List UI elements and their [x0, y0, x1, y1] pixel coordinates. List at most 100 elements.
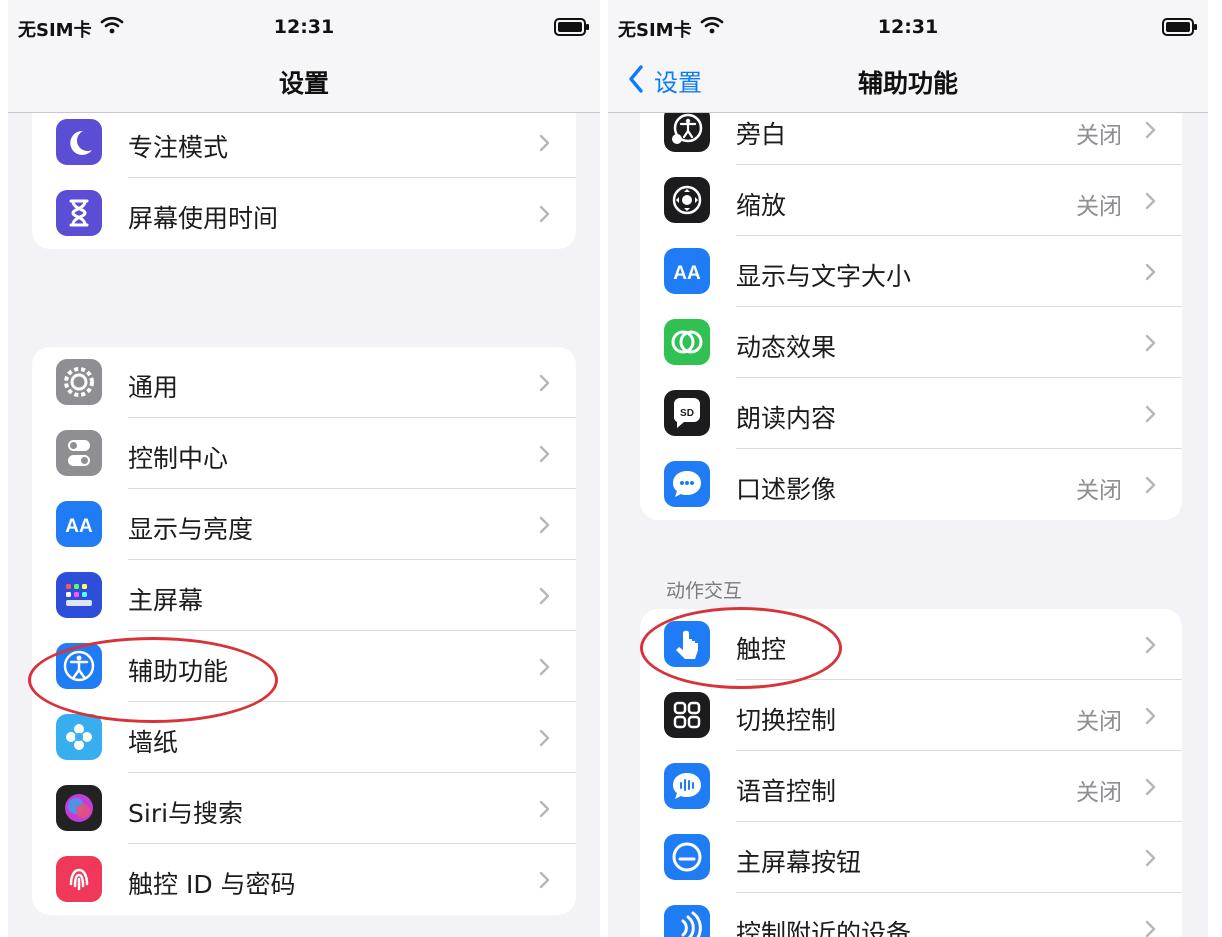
- row-label: 旁白: [736, 120, 787, 149]
- chevron-right-icon: [1145, 192, 1156, 214]
- settings-row-left_screen-group1-1[interactable]: 专注模式: [32, 107, 576, 178]
- settings-row-left_screen-group2-1[interactable]: 控制中心: [32, 418, 576, 489]
- settings-row-right_screen-group1-4[interactable]: SD 朗读内容: [640, 378, 1182, 449]
- section-header-physical-motor: 动作交互: [666, 580, 743, 602]
- toggles-icon: [56, 430, 102, 476]
- row-label: 口述影像: [736, 475, 837, 504]
- settings-row-left_screen-group2-5[interactable]: 墙纸: [32, 702, 576, 773]
- audio-description-icon: [664, 461, 710, 507]
- fingerprint-icon: [56, 856, 102, 902]
- chevron-right-icon: [1145, 263, 1156, 285]
- row-label: 墙纸: [128, 728, 179, 757]
- settings-row-right_screen-group1-1[interactable]: 缩放 关闭: [640, 165, 1182, 236]
- settings-row-left_screen-group2-3[interactable]: 主屏幕: [32, 560, 576, 631]
- row-label: 控制附近的设备: [736, 919, 912, 937]
- speech-icon: SD: [664, 390, 710, 436]
- chevron-right-icon: [539, 729, 550, 751]
- chevron-right-icon: [539, 205, 550, 227]
- battery-icon: [1162, 18, 1198, 40]
- row-value: 关闭: [1076, 709, 1122, 735]
- settings-screen: 无SIM卡 12:31 设置 声音与触感专注模式屏幕使用时间 通用控制中心AA显…: [8, 0, 600, 937]
- settings-row-left_screen-group2-0[interactable]: 通用: [32, 347, 576, 418]
- settings-row-right_screen-group2-3[interactable]: 主屏幕按钮: [640, 822, 1182, 893]
- chevron-right-icon: [539, 374, 550, 396]
- row-label: 主屏幕按钮: [736, 848, 862, 877]
- touch-hand-icon: [664, 621, 710, 667]
- vision-group: 旁白 关闭 缩放 关闭 AA 显示与文字大小 动态效果 SD 朗读内容 口述影像 关闭: [640, 94, 1182, 520]
- row-label: 通用: [128, 373, 179, 402]
- chevron-right-icon: [1145, 920, 1156, 937]
- voice-control-icon: [664, 763, 710, 809]
- text-size-icon: AA: [56, 501, 102, 547]
- row-label: 触控: [736, 635, 787, 664]
- motion-icon: [664, 319, 710, 365]
- switch-control-icon: [664, 692, 710, 738]
- svg-text:SD: SD: [680, 408, 694, 419]
- settings-row-left_screen-group2-2[interactable]: AA 显示与亮度: [32, 489, 576, 560]
- nav-bar: 设置 辅助功能: [608, 54, 1208, 113]
- svg-text:AA: AA: [673, 263, 701, 284]
- nav-bar: 设置: [8, 54, 600, 113]
- chevron-right-icon: [539, 134, 550, 156]
- physical-motor-group: 触控 切换控制 关闭 语音控制 关闭 主屏幕按钮 控制附近的设备: [640, 609, 1182, 937]
- text-size-icon: AA: [664, 248, 710, 294]
- status-time: 12:31: [273, 16, 335, 38]
- settings-row-left_screen-group1-2[interactable]: 屏幕使用时间: [32, 178, 576, 249]
- settings-list[interactable]: 声音与触感专注模式屏幕使用时间 通用控制中心AA显示与亮度主屏幕辅助功能墙纸Si…: [8, 36, 600, 937]
- settings-row-right_screen-group1-2[interactable]: AA 显示与文字大小: [640, 236, 1182, 307]
- row-label: 主屏幕: [128, 586, 204, 615]
- row-label: 屏幕使用时间: [128, 204, 279, 233]
- row-label: 语音控制: [736, 777, 837, 806]
- row-label: 动态效果: [736, 333, 837, 362]
- chevron-right-icon: [1145, 334, 1156, 356]
- settings-row-right_screen-group1-3[interactable]: 动态效果: [640, 307, 1182, 378]
- status-bar: 无SIM卡 12:31: [8, 0, 600, 54]
- row-label: 辅助功能: [128, 657, 229, 686]
- row-label: Siri与搜索: [128, 799, 244, 828]
- row-value: 关闭: [1076, 123, 1122, 149]
- accessibility-list[interactable]: 旁白 关闭 缩放 关闭 AA 显示与文字大小 动态效果 SD 朗读内容 口述影像 关闭 动作交互 触…: [608, 54, 1208, 937]
- home-grid-icon: [56, 572, 102, 618]
- flower-icon: [56, 714, 102, 760]
- row-label: 控制中心: [128, 444, 229, 473]
- row-label: 缩放: [736, 191, 787, 220]
- row-label: 显示与亮度: [128, 515, 254, 544]
- row-label: 专注模式: [128, 133, 229, 162]
- chevron-right-icon: [1145, 476, 1156, 498]
- settings-row-right_screen-group2-1[interactable]: 切换控制 关闭: [640, 680, 1182, 751]
- chevron-right-icon: [1145, 778, 1156, 800]
- hourglass-icon: [56, 190, 102, 236]
- moon-icon: [56, 119, 102, 165]
- nearby-devices-icon: [664, 905, 710, 937]
- settings-row-right_screen-group2-2[interactable]: 语音控制 关闭: [640, 751, 1182, 822]
- row-value: 关闭: [1076, 478, 1122, 504]
- gear-icon: [56, 359, 102, 405]
- chevron-right-icon: [1145, 636, 1156, 658]
- chevron-right-icon: [1145, 405, 1156, 427]
- chevron-right-icon: [1145, 849, 1156, 871]
- status-bar: 无SIM卡 12:31: [608, 0, 1208, 54]
- chevron-right-icon: [539, 800, 550, 822]
- page-title: 设置: [278, 69, 329, 98]
- status-time: 12:31: [877, 16, 939, 38]
- svg-text:AA: AA: [65, 516, 93, 537]
- settings-row-right_screen-group1-5[interactable]: 口述影像 关闭: [640, 449, 1182, 520]
- row-label: 触控 ID 与密码: [128, 870, 296, 899]
- chevron-right-icon: [539, 871, 550, 893]
- chevron-right-icon: [1145, 121, 1156, 143]
- settings-row-left_screen-group2-4[interactable]: 辅助功能: [32, 631, 576, 702]
- chevron-right-icon: [1145, 707, 1156, 729]
- settings-row-left_screen-group2-7[interactable]: 触控 ID 与密码: [32, 844, 576, 915]
- siri-icon: [56, 785, 102, 831]
- chevron-right-icon: [539, 516, 550, 538]
- settings-group-2: 通用控制中心 AA 显示与亮度主屏幕辅助功能墙纸 Siri与搜索触控 ID 与密码: [32, 347, 576, 915]
- settings-row-left_screen-group2-6[interactable]: Siri与搜索: [32, 773, 576, 844]
- row-label: 朗读内容: [736, 404, 837, 433]
- chevron-right-icon: [539, 445, 550, 467]
- row-label: 切换控制: [736, 706, 837, 735]
- settings-row-right_screen-group2-0[interactable]: 触控: [640, 609, 1182, 680]
- settings-row-right_screen-group2-4[interactable]: 控制附近的设备: [640, 893, 1182, 937]
- row-value: 关闭: [1076, 780, 1122, 806]
- home-button-icon: [664, 834, 710, 880]
- chevron-right-icon: [539, 658, 550, 680]
